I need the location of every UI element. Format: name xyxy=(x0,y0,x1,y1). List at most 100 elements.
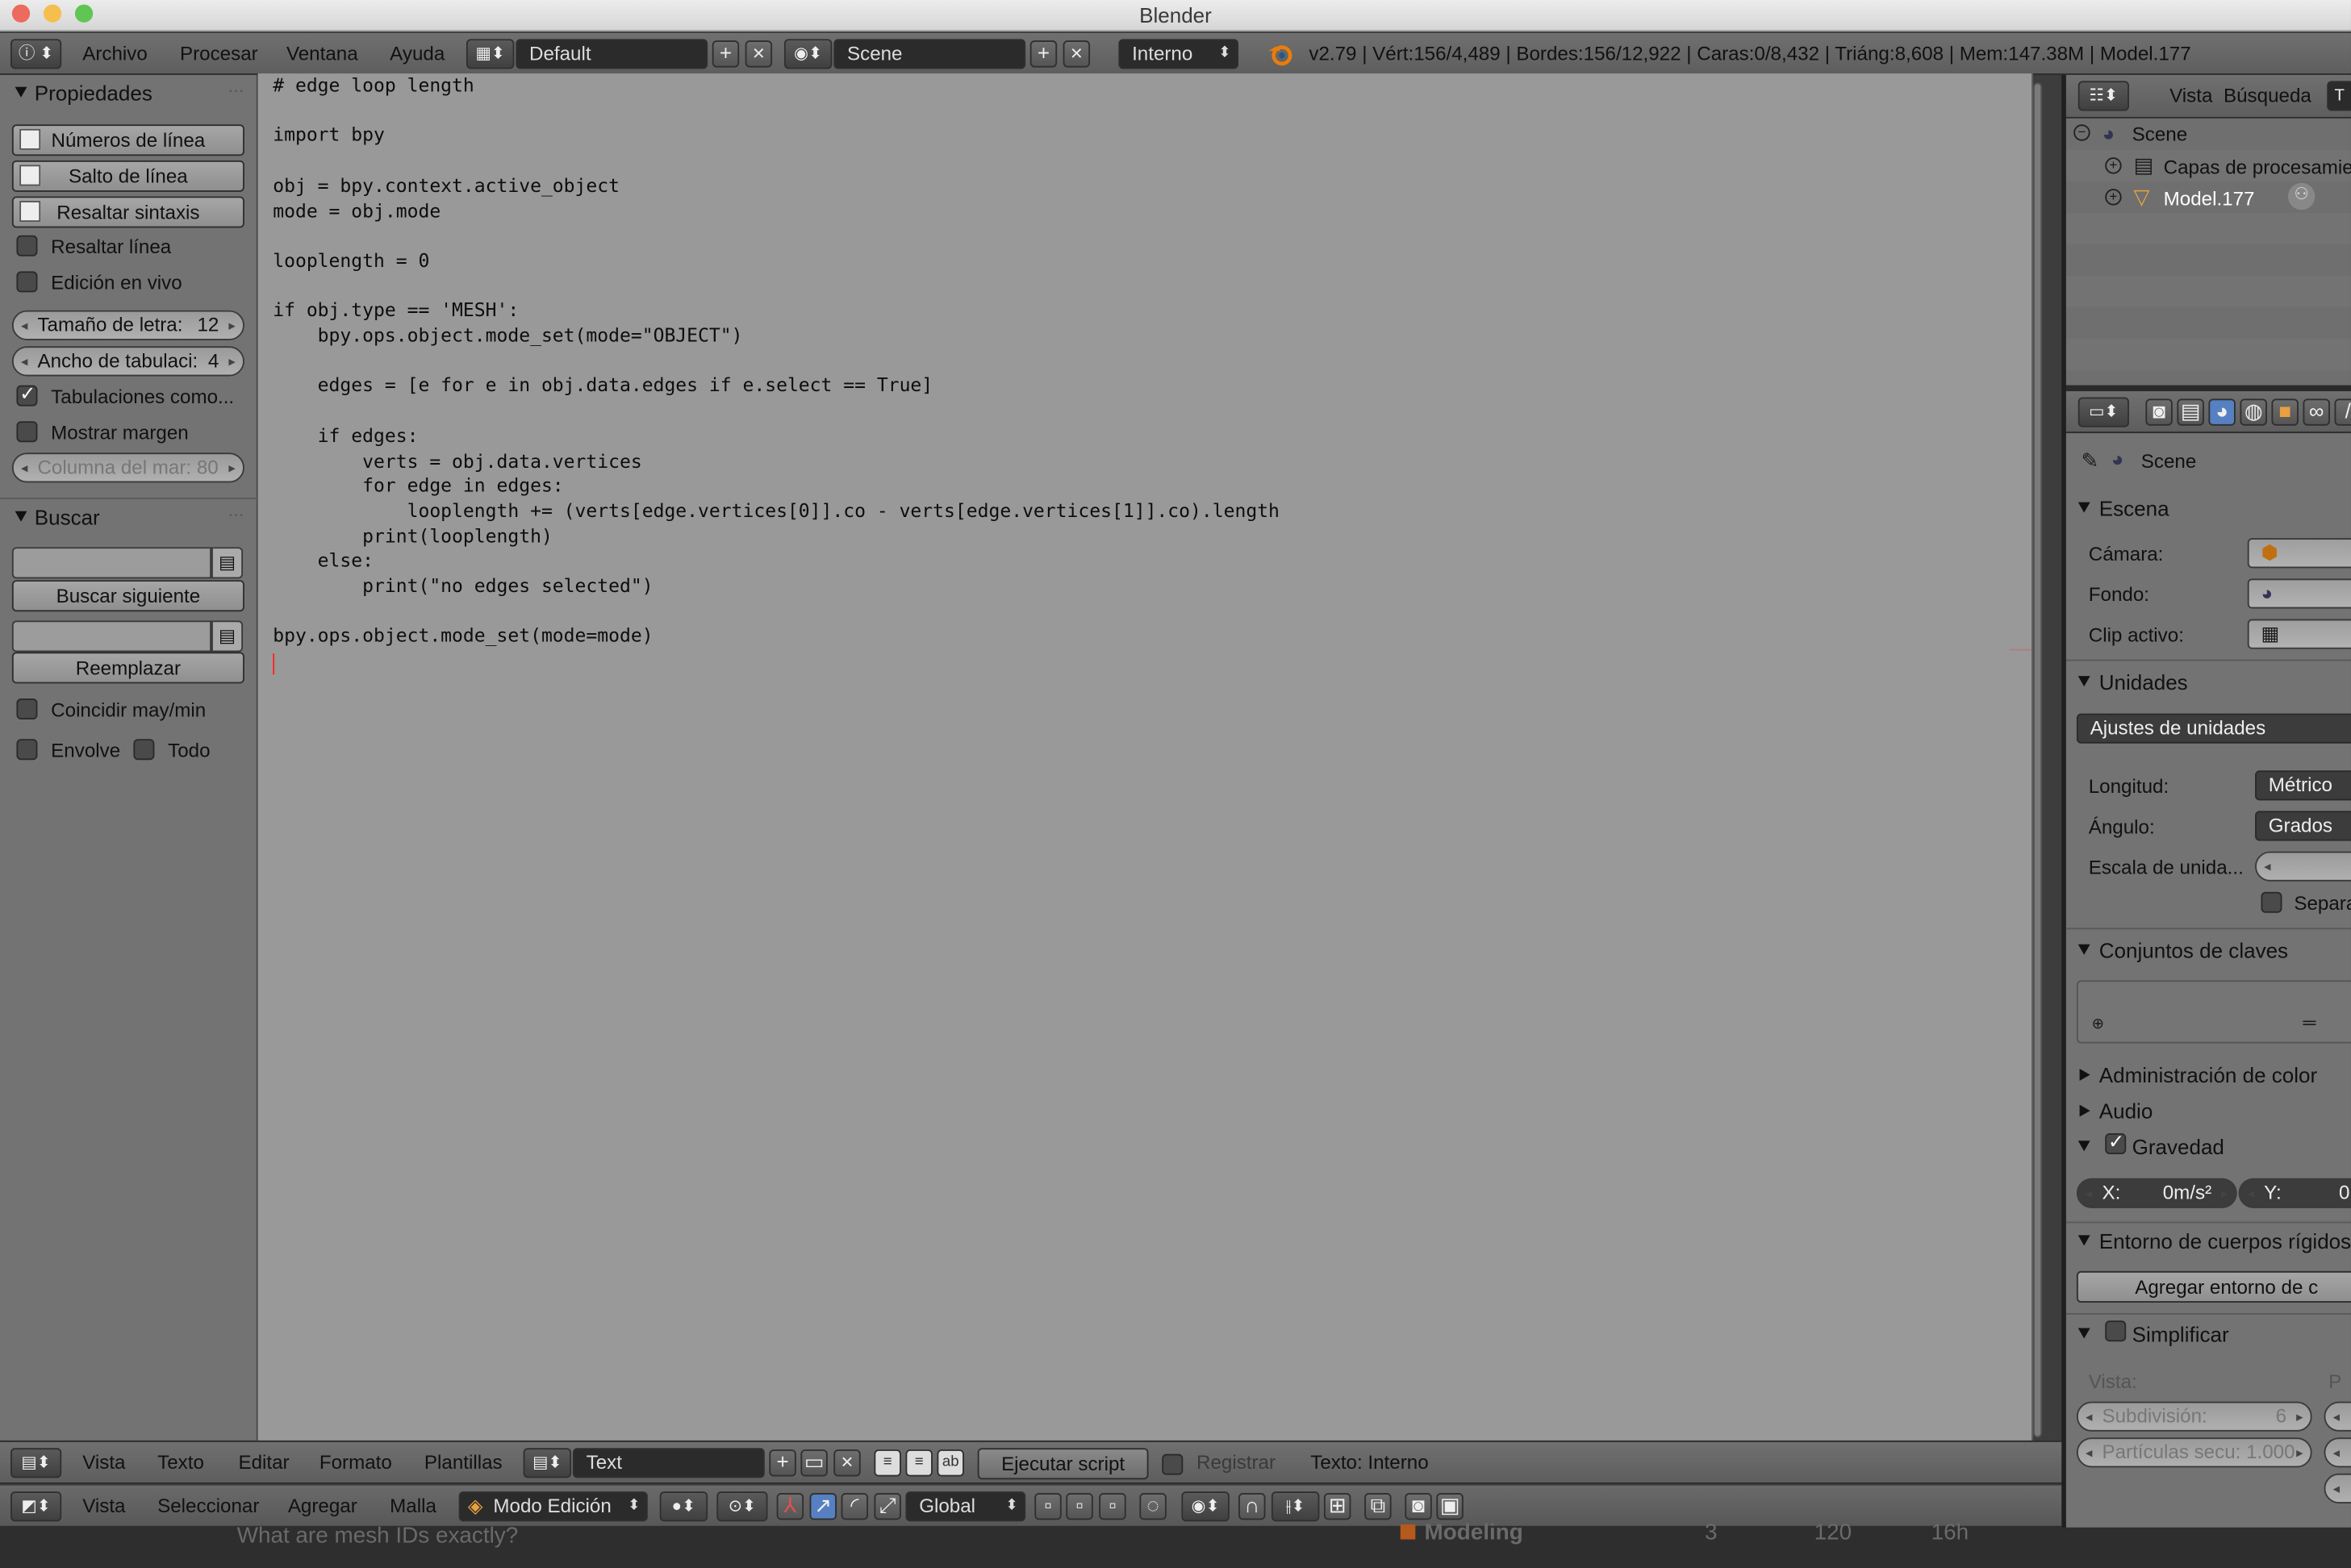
rigid-body-collapse-icon[interactable] xyxy=(2077,1235,2090,1246)
limit-selection-icon[interactable]: ◌ xyxy=(1139,1492,1167,1520)
replace-text-input[interactable] xyxy=(11,620,212,653)
rotate-manipulator-icon[interactable]: ◜ xyxy=(841,1492,869,1520)
scene-remove-icon[interactable]: × xyxy=(1063,40,1091,68)
collapse-scene-icon[interactable]: − xyxy=(2073,124,2090,141)
menu-ayuda[interactable]: Ayuda xyxy=(390,33,445,75)
menu-texto[interactable]: Texto xyxy=(157,1442,204,1484)
simplify-subdivision-slider[interactable]: Subdivisión: 6 xyxy=(2076,1401,2312,1432)
line-numbers-button[interactable]: Números de línea xyxy=(11,124,244,156)
expand-render-layers-icon[interactable]: + xyxy=(2105,157,2122,174)
syntax-highlight-button[interactable]: Resaltar sintaxis xyxy=(11,196,244,228)
gravity-y-field[interactable]: Y: 0m xyxy=(2238,1178,2351,1208)
replace-button[interactable]: Reemplazar xyxy=(11,652,244,684)
render-animation-icon[interactable]: ▣ xyxy=(1436,1492,1464,1520)
layout-add-icon[interactable]: + xyxy=(712,40,740,68)
menu-malla[interactable]: Malla xyxy=(390,1486,436,1528)
text-unlink-icon[interactable]: × xyxy=(833,1449,861,1477)
translate-manipulator-icon[interactable]: ↗ xyxy=(809,1492,837,1520)
menu-plantillas[interactable]: Plantillas xyxy=(424,1442,503,1484)
menu-seleccionar[interactable]: Seleccionar xyxy=(157,1486,259,1528)
close-window-button[interactable] xyxy=(11,4,31,23)
scale-manipulator-icon[interactable]: ⤢ xyxy=(874,1492,901,1520)
object-tab-icon[interactable]: ■ xyxy=(2271,398,2299,426)
info-editor-type-icon[interactable]: ⓘ ⬍ xyxy=(10,39,62,69)
wrap-checkbox[interactable] xyxy=(16,739,38,761)
camera-field[interactable]: ⬢ xyxy=(2247,538,2351,569)
render-subdivision-slider[interactable] xyxy=(2324,1401,2351,1432)
find-text-input[interactable] xyxy=(11,547,212,579)
outliner-item-model[interactable]: Model.177 xyxy=(2164,187,2255,210)
show-margin-checkbox[interactable] xyxy=(16,421,38,443)
edge-select-icon[interactable]: ▫ xyxy=(1066,1492,1093,1520)
menu-formato[interactable]: Formato xyxy=(319,1442,392,1484)
modifiers-tab-icon[interactable]: / xyxy=(2334,398,2351,426)
code-editor[interactable]: # edge loop length import bpy obj = bpy.… xyxy=(257,73,2043,1441)
keying-sets-collapse-icon[interactable] xyxy=(2077,944,2090,955)
add-rigid-body-world-button[interactable]: Agregar entorno de c xyxy=(2076,1270,2351,1303)
layers-icon[interactable]: ⧉ xyxy=(1364,1492,1392,1520)
panel-drag-grip-icon[interactable]: ⋯ xyxy=(228,81,244,100)
editor-scrollbar[interactable] xyxy=(2032,82,2043,1438)
simplify-checkbox[interactable] xyxy=(2105,1320,2127,1342)
transform-orientation-select[interactable]: Global ⬍ xyxy=(905,1491,1026,1522)
word-wrap-button[interactable]: Salto de línea xyxy=(11,160,244,192)
layout-remove-icon[interactable]: × xyxy=(745,40,773,68)
gravity-checkbox[interactable] xyxy=(2105,1130,2127,1154)
text-open-icon[interactable]: ▭ xyxy=(800,1449,828,1477)
panel-collapse-triangle-icon[interactable] xyxy=(15,86,27,98)
render-engine-select[interactable]: Interno ⬍ xyxy=(1118,39,1239,69)
text-new-icon[interactable]: + xyxy=(769,1449,796,1477)
list-resize-grip-icon[interactable]: ═ xyxy=(2303,1011,2316,1032)
search-collapse-triangle-icon[interactable] xyxy=(15,511,27,522)
angle-unit-select[interactable]: Grados xyxy=(2255,811,2351,841)
outliner-item-render-layers[interactable]: Capas de procesamie xyxy=(2164,156,2351,178)
menu-ventana[interactable]: Ventana xyxy=(286,33,358,75)
modifier-wrench-icon[interactable]: ⚇ xyxy=(2287,182,2316,211)
unit-presets-menu[interactable]: Ajustes de unidades xyxy=(2076,713,2351,744)
toggle-syntax-icon[interactable]: ab xyxy=(937,1449,964,1477)
toggle-line-numbers-icon[interactable]: ≡ xyxy=(874,1449,901,1477)
simplify-particles-slider[interactable]: Partículas secu: 1.000 xyxy=(2076,1437,2312,1468)
search-drag-grip-icon[interactable]: ⋯ xyxy=(228,505,244,524)
snap-element-icon[interactable]: ⫲⬍ xyxy=(1271,1491,1320,1522)
menu-archivo[interactable]: Archivo xyxy=(82,33,148,75)
minimize-window-button[interactable] xyxy=(43,4,62,23)
toggle-word-wrap-icon[interactable]: ≡ xyxy=(905,1449,933,1477)
layout-name-field[interactable]: Default xyxy=(516,39,708,69)
outliner-type-icon[interactable]: ☷⬍ xyxy=(2077,81,2129,111)
find-from-selection-icon[interactable]: ▤ xyxy=(211,547,244,579)
properties-type-icon[interactable]: ▭⬍ xyxy=(2077,397,2129,427)
find-next-button[interactable]: Buscar siguiente xyxy=(11,580,244,612)
layout-browse-icon[interactable]: ▦⬍ xyxy=(466,39,515,69)
scene-tab-icon[interactable]: ◕ xyxy=(2208,398,2236,426)
length-unit-select[interactable]: Métrico xyxy=(2255,770,2351,801)
manipulator-toggle-icon[interactable]: ⅄ xyxy=(776,1492,804,1520)
color-management-expand-icon[interactable] xyxy=(2079,1069,2090,1081)
match-case-checkbox[interactable] xyxy=(16,699,38,720)
unit-scale-slider[interactable] xyxy=(2255,851,2351,882)
outliner-tab-busqueda[interactable]: Búsqueda xyxy=(2224,75,2311,117)
unidades-collapse-icon[interactable] xyxy=(2077,676,2090,687)
scene-browse-icon[interactable]: ◉⬍ xyxy=(783,39,833,69)
active-clip-field[interactable]: ▦ xyxy=(2247,619,2351,649)
menu-editar[interactable]: Editar xyxy=(238,1442,289,1484)
outliner-properties-separator[interactable] xyxy=(2065,385,2351,392)
interaction-mode-select[interactable]: ◈ Modo Edición ⬍ xyxy=(458,1491,648,1522)
register-checkbox[interactable] xyxy=(1162,1453,1184,1475)
snap-target-icon[interactable]: ⊞ xyxy=(1323,1492,1351,1520)
outliner-item-scene[interactable]: Scene xyxy=(2132,123,2188,145)
tab-width-slider[interactable]: Ancho de tabulaci: 4 xyxy=(11,346,244,377)
menu-vista-3d[interactable]: Vista xyxy=(82,1486,125,1528)
outliner-display-mode[interactable]: T xyxy=(2327,81,2351,111)
zoom-window-button[interactable] xyxy=(74,4,94,23)
gravity-x-field[interactable]: X: 0m/s² xyxy=(2076,1178,2237,1208)
keying-sets-list[interactable]: ⊕ ═ xyxy=(2076,980,2351,1044)
constraints-tab-icon[interactable]: ∞ xyxy=(2303,398,2330,426)
scene-name-field[interactable]: Scene xyxy=(833,39,1026,69)
menu-procesar[interactable]: Procesar xyxy=(180,33,258,75)
expand-model-icon[interactable]: + xyxy=(2105,189,2122,206)
escena-collapse-icon[interactable] xyxy=(2077,502,2090,513)
highlight-line-checkbox[interactable] xyxy=(16,235,38,256)
render-tab-icon[interactable]: ◙ xyxy=(2145,398,2173,426)
snap-toggle-icon[interactable]: ∩ xyxy=(1238,1492,1266,1520)
